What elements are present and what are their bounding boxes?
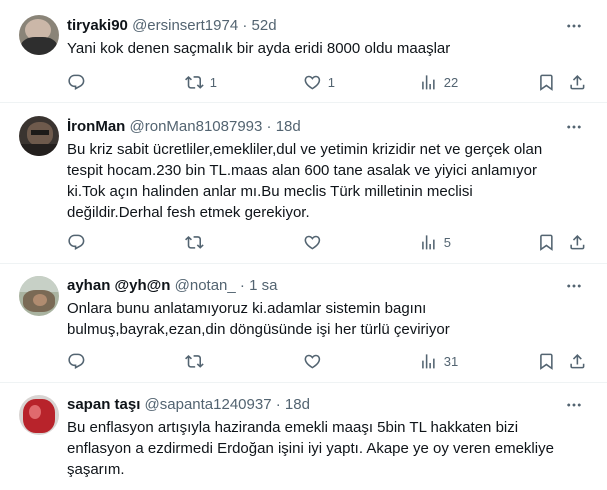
like-button[interactable] (303, 227, 328, 257)
views-icon (419, 352, 438, 371)
tweet-header: İronMan @ronMan81087993 · 18d (67, 117, 301, 137)
views-icon (419, 73, 438, 92)
display-name[interactable]: ayhan @yh@n (67, 277, 170, 294)
bookmark-icon (537, 352, 556, 371)
tweet[interactable]: tiryaki90 @ersinsert1974 · 52d Yani kok … (0, 0, 607, 103)
separator: · (239, 277, 245, 294)
views-icon (419, 233, 438, 252)
like-button[interactable]: 1 (303, 67, 335, 97)
like-button[interactable] (303, 346, 328, 376)
tweet-text: Bu kriz sabit ücretliler,emekliler,dul v… (67, 141, 543, 221)
separator: · (275, 396, 281, 413)
reply-icon (67, 352, 86, 371)
like-count: 1 (327, 74, 335, 90)
tweet-header: tiryaki90 @ersinsert1974 · 52d (67, 16, 277, 36)
avatar[interactable] (19, 395, 59, 435)
avatar[interactable] (19, 276, 59, 316)
views-button[interactable]: 5 (419, 227, 451, 257)
handle[interactable]: @ersinsert1974 (132, 17, 238, 34)
views-count: 5 (443, 234, 451, 250)
action-bar: 1 1 22 (59, 67, 589, 97)
retweet-button[interactable] (185, 227, 210, 257)
timestamp[interactable]: 18d (285, 396, 310, 413)
reply-button[interactable] (67, 346, 92, 376)
views-button[interactable]: 22 (419, 67, 458, 97)
timestamp[interactable]: 18d (276, 118, 301, 135)
tweet[interactable]: ayhan @yh@n @notan_ · 1 sa Onlara bunu a… (0, 264, 607, 383)
tweet-header: ayhan @yh@n @notan_ · 1 sa (67, 276, 277, 296)
retweet-icon (185, 233, 204, 252)
reply-button[interactable] (67, 67, 92, 97)
views-button[interactable]: 31 (419, 346, 458, 376)
share-icon (568, 352, 587, 371)
tweet-header: sapan taşı @sapanta1240937 · 18d (67, 395, 310, 415)
share-icon (568, 73, 587, 92)
action-bar: 5 (59, 227, 589, 257)
display-name[interactable]: İronMan (67, 118, 125, 135)
more-icon[interactable] (565, 17, 583, 35)
bookmark-button[interactable] (537, 346, 556, 376)
action-bar: 31 (59, 346, 589, 376)
separator: · (242, 17, 248, 34)
handle[interactable]: @sapanta1240937 (145, 396, 272, 413)
like-icon (303, 352, 322, 371)
tweet-text: Bu enflasyon artışıyla haziranda emekli … (67, 419, 554, 478)
reply-icon (67, 73, 86, 92)
handle[interactable]: @notan_ (175, 277, 236, 294)
share-button[interactable] (568, 346, 587, 376)
reply-button[interactable] (67, 227, 92, 257)
like-icon (303, 233, 322, 252)
tweet-text: Yani kok denen saçmalık bir ayda eridi 8… (67, 40, 451, 57)
bookmark-button[interactable] (537, 67, 556, 97)
retweet-count: 1 (209, 74, 217, 90)
bookmark-icon (537, 73, 556, 92)
tweet-text: Onlara bunu anlatamıyoruz ki.adamlar sis… (67, 300, 450, 338)
retweet-button[interactable] (185, 346, 210, 376)
reply-icon (67, 233, 86, 252)
timestamp[interactable]: 52d (252, 17, 277, 34)
handle[interactable]: @ronMan81087993 (130, 118, 263, 135)
display-name[interactable]: sapan taşı (67, 396, 140, 413)
display-name[interactable]: tiryaki90 (67, 17, 128, 34)
more-icon[interactable] (565, 118, 583, 136)
tweet[interactable]: sapan taşı @sapanta1240937 · 18d Bu enfl… (0, 383, 607, 490)
retweet-button[interactable]: 1 (185, 67, 217, 97)
separator: · (266, 118, 272, 135)
bookmark-icon (537, 233, 556, 252)
share-button[interactable] (568, 227, 587, 257)
more-icon[interactable] (565, 277, 583, 295)
retweet-icon (185, 352, 204, 371)
bookmark-button[interactable] (537, 227, 556, 257)
avatar[interactable] (19, 116, 59, 156)
views-count: 31 (443, 353, 459, 369)
share-button[interactable] (568, 67, 587, 97)
like-icon (303, 73, 322, 92)
timestamp[interactable]: 1 sa (249, 277, 277, 294)
views-count: 22 (443, 74, 459, 90)
more-icon[interactable] (565, 396, 583, 414)
retweet-icon (185, 73, 204, 92)
tweet[interactable]: İronMan @ronMan81087993 · 18d Bu kriz sa… (0, 103, 607, 264)
avatar[interactable] (19, 15, 59, 55)
share-icon (568, 233, 587, 252)
